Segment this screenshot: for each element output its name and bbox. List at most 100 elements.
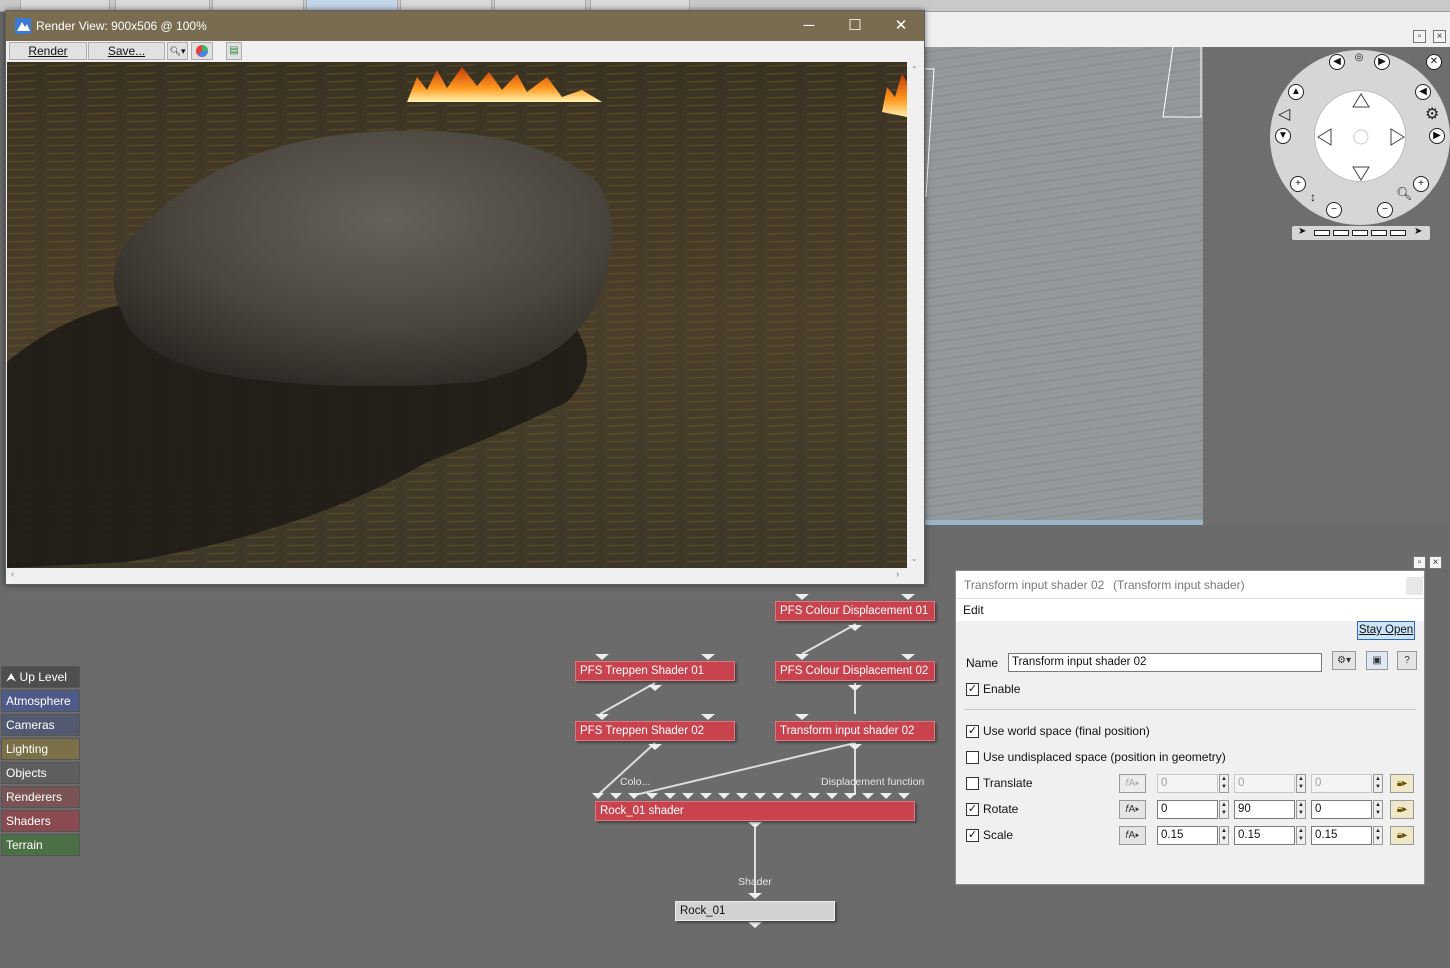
rotate-x-input[interactable]: 0 bbox=[1157, 800, 1218, 819]
panel-close-button[interactable]: × bbox=[1429, 556, 1442, 569]
rotate-y-input[interactable]: 90 bbox=[1234, 800, 1295, 819]
roll-right-icon[interactable]: ▶ bbox=[1429, 128, 1445, 144]
dolly-out-icon[interactable]: − bbox=[1377, 202, 1393, 218]
orbit-ball[interactable] bbox=[1314, 90, 1406, 182]
translate-z-input[interactable]: 0 bbox=[1311, 774, 1372, 793]
translate-x-spinner[interactable]: ▲ ▼ bbox=[1219, 774, 1229, 793]
vertical-scrollbar[interactable]: ⌃ ⌄ bbox=[908, 62, 923, 568]
scale-lock-icon[interactable]: 🔒︎▸ bbox=[1390, 826, 1414, 845]
speed-segment[interactable] bbox=[1314, 230, 1330, 236]
speed-right-icon[interactable]: ➤ bbox=[1414, 226, 1422, 237]
rotate-x-spinner[interactable]: ▲ ▼ bbox=[1219, 800, 1229, 819]
enable-label: Enable bbox=[983, 682, 1021, 696]
scale-animate-icon[interactable]: 𝑓A▸ bbox=[1119, 826, 1146, 845]
speed-segment[interactable] bbox=[1333, 230, 1349, 236]
scale-y-spinner[interactable]: ▲ ▼ bbox=[1296, 826, 1306, 845]
panel-float-button[interactable]: ▫ bbox=[1413, 556, 1426, 569]
speed-segment[interactable] bbox=[1371, 230, 1387, 236]
scale-y-input[interactable]: 0.15 bbox=[1234, 826, 1295, 845]
category-terrain-button[interactable]: Terrain bbox=[1, 834, 80, 856]
scale-label: Scale bbox=[983, 828, 1014, 842]
tilt-down-icon[interactable]: ▼ bbox=[1275, 128, 1291, 144]
nav-close-icon[interactable]: ✕ bbox=[1426, 54, 1442, 70]
header-collapse-button[interactable] bbox=[1406, 577, 1423, 595]
dolly-in-icon[interactable]: + bbox=[1413, 176, 1429, 192]
translate-animate-icon[interactable]: 𝑓A▸ bbox=[1119, 774, 1146, 793]
magnifier-icon[interactable]: 🔍︎ bbox=[1396, 186, 1413, 202]
scroll-up-icon[interactable]: ⌃ bbox=[911, 65, 918, 74]
maximize-icon[interactable]: ☐ bbox=[832, 11, 878, 41]
render-titlebar[interactable]: Render View: 900x506 @ 100% ─ ☐ ✕ bbox=[6, 11, 924, 41]
speed-left-icon[interactable]: ➤ bbox=[1298, 226, 1306, 237]
translate-y-input[interactable]: 0 bbox=[1234, 774, 1295, 793]
scale-x-spinner[interactable]: ▲ ▼ bbox=[1219, 826, 1229, 845]
undisplaced-space-checkbox[interactable] bbox=[966, 751, 979, 764]
translate-lock-icon[interactable]: 🔒︎▸ bbox=[1390, 774, 1414, 793]
category-atmosphere-button[interactable]: Atmosphere bbox=[1, 690, 80, 712]
rotate-z-spinner[interactable]: ▲ ▼ bbox=[1373, 800, 1383, 819]
node-transform-input-shader-02[interactable]: Transform input shader 02 bbox=[775, 721, 935, 741]
fov-icon[interactable]: ◁ bbox=[1278, 104, 1290, 124]
move-vertical-icon[interactable]: ↕ bbox=[1310, 190, 1316, 204]
category-lighting-button[interactable]: Lighting bbox=[1, 738, 80, 760]
node-label: PFS Colour Displacement 02 bbox=[780, 665, 929, 677]
pan-right-icon[interactable]: ▶ bbox=[1374, 54, 1390, 70]
category-cameras-button[interactable]: Cameras bbox=[1, 714, 80, 736]
translate-y-spinner[interactable]: ▲ ▼ bbox=[1296, 774, 1306, 793]
scale-checkbox[interactable]: ✓ bbox=[966, 829, 979, 842]
node-colour-displacement-02[interactable]: PFS Colour Displacement 02 bbox=[775, 661, 935, 681]
zoom-in-icon[interactable]: + bbox=[1290, 176, 1306, 192]
colour-wheel-icon[interactable] bbox=[191, 42, 213, 60]
category-objects-button[interactable]: Objects bbox=[1, 762, 80, 784]
name-input[interactable]: Transform input shader 02 bbox=[1008, 653, 1322, 672]
pan-left-icon[interactable]: ◀ bbox=[1329, 54, 1345, 70]
viewport-close-button[interactable]: × bbox=[1433, 30, 1446, 43]
save-button[interactable]: Save... bbox=[88, 42, 165, 60]
category-shaders-button[interactable]: Shaders bbox=[1, 810, 80, 832]
translate-x-input[interactable]: 0 bbox=[1157, 774, 1218, 793]
settings-gear-icon[interactable]: ⚙▾ bbox=[1332, 651, 1356, 670]
center-target-icon[interactable]: ◎ bbox=[1351, 51, 1367, 67]
stay-open-button[interactable]: Stay Open bbox=[1357, 621, 1415, 640]
preview-icon[interactable]: ▣ bbox=[1366, 651, 1388, 670]
scroll-left-icon[interactable]: ‹ bbox=[11, 569, 14, 580]
tilt-up-icon[interactable]: ▲ bbox=[1288, 84, 1304, 100]
settings-gear-icon[interactable]: ⚙ bbox=[1425, 104, 1439, 124]
category-renderers-button[interactable]: Renderers bbox=[1, 786, 80, 808]
node-rock-shader[interactable]: Rock_01 shader bbox=[595, 801, 915, 821]
up-level-button[interactable]: ⮝ Up Level bbox=[1, 666, 80, 688]
node-treppen-shader-02[interactable]: PFS Treppen Shader 02 bbox=[575, 721, 735, 741]
help-icon[interactable]: ? bbox=[1397, 651, 1417, 670]
enable-checkbox[interactable]: ✓ bbox=[966, 683, 979, 696]
minimize-icon[interactable]: ─ bbox=[786, 11, 832, 41]
close-icon[interactable]: ✕ bbox=[878, 11, 924, 41]
world-space-checkbox[interactable]: ✓ bbox=[966, 725, 979, 738]
rotate-animate-icon[interactable]: 𝑓A▸ bbox=[1119, 800, 1146, 819]
rotate-lock-icon[interactable]: 🔒︎▸ bbox=[1390, 800, 1414, 819]
rotate-z-input[interactable]: 0 bbox=[1311, 800, 1372, 819]
rotate-checkbox[interactable]: ✓ bbox=[966, 803, 979, 816]
speed-segment[interactable] bbox=[1390, 230, 1406, 236]
export-icon[interactable]: ▤ bbox=[226, 42, 242, 60]
zoom-out-icon[interactable]: − bbox=[1326, 202, 1342, 218]
render-button[interactable]: Render bbox=[9, 42, 87, 60]
rotate-y-spinner[interactable]: ▲ ▼ bbox=[1296, 800, 1306, 819]
speed-slider[interactable]: ➤ ➤ bbox=[1292, 226, 1430, 240]
translate-checkbox[interactable] bbox=[966, 777, 979, 790]
magnifier-icon[interactable]: 🔍︎▾ bbox=[167, 42, 188, 60]
scroll-down-icon[interactable]: ⌄ bbox=[911, 554, 918, 563]
speed-segment[interactable] bbox=[1352, 230, 1368, 236]
node-rock-object[interactable]: Rock_01 bbox=[675, 901, 835, 921]
translate-z-spinner[interactable]: ▲ ▼ bbox=[1373, 774, 1383, 793]
node-treppen-shader-01[interactable]: PFS Treppen Shader 01 bbox=[575, 661, 735, 681]
scale-z-input[interactable]: 0.15 bbox=[1311, 826, 1372, 845]
scale-x-input[interactable]: 0.15 bbox=[1157, 826, 1218, 845]
navigation-widget[interactable]: ◀ ◎ ▶ ✕ ▲ ◀ ◁ ⚙ ▼ ▶ + + ↕ − − 🔍︎ bbox=[1270, 50, 1450, 240]
roll-left-icon[interactable]: ◀ bbox=[1415, 84, 1431, 100]
edit-menu[interactable]: Edit bbox=[963, 603, 984, 617]
scale-z-spinner[interactable]: ▲ ▼ bbox=[1373, 826, 1383, 845]
node-colour-displacement-01[interactable]: PFS Colour Displacement 01 bbox=[775, 601, 935, 621]
scroll-right-icon[interactable]: › bbox=[896, 569, 899, 580]
viewport-float-button[interactable]: ▫ bbox=[1413, 30, 1426, 43]
horizontal-scrollbar[interactable]: ‹ › bbox=[7, 568, 907, 583]
